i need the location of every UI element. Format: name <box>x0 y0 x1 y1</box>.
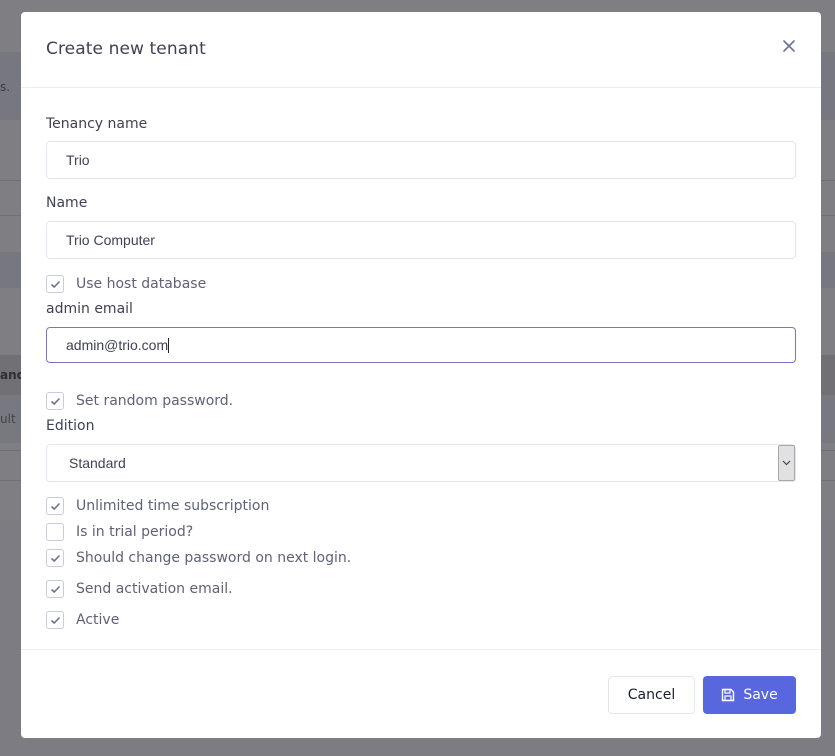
modal-title: Create new tenant <box>46 39 206 59</box>
background-text: s. <box>0 80 11 94</box>
background-table-cell: ult <box>0 412 16 426</box>
trial-period-checkbox[interactable] <box>46 523 64 541</box>
admin-email-input[interactable]: admin@trio.com <box>46 327 796 363</box>
active-checkbox[interactable] <box>46 611 64 629</box>
chevron-down-icon <box>782 460 791 466</box>
cancel-button[interactable]: Cancel <box>608 676 695 714</box>
checkmark-icon <box>50 585 60 593</box>
checkmark-icon <box>50 502 60 510</box>
change-password-checkbox-row[interactable]: Should change password on next login. <box>46 548 351 568</box>
set-random-password-checkbox[interactable] <box>46 392 64 410</box>
name-input[interactable] <box>46 221 796 259</box>
admin-email-value: admin@trio.com <box>66 337 169 353</box>
save-button[interactable]: Save <box>703 676 796 714</box>
use-host-database-checkbox-row[interactable]: Use host database <box>46 274 206 294</box>
set-random-password-label: Set random password. <box>76 393 234 409</box>
modal-header: Create new tenant <box>21 12 821 88</box>
floppy-disk-icon <box>722 688 735 702</box>
checkmark-icon <box>50 280 60 288</box>
edition-selected-value: Standard <box>69 455 126 471</box>
trial-period-checkbox-row[interactable]: Is in trial period? <box>46 522 193 542</box>
modal-footer: Cancel Save <box>21 649 821 738</box>
change-password-checkbox[interactable] <box>46 549 64 567</box>
checkmark-icon <box>50 397 60 405</box>
send-activation-email-checkbox-row[interactable]: Send activation email. <box>46 579 233 599</box>
active-checkbox-row[interactable]: Active <box>46 610 119 630</box>
unlimited-subscription-label: Unlimited time subscription <box>76 498 270 514</box>
tenancy-name-input[interactable] <box>46 141 796 179</box>
change-password-label: Should change password on next login. <box>76 550 352 566</box>
checkmark-icon <box>50 554 60 562</box>
save-button-label: Save <box>743 687 778 703</box>
create-tenant-modal: Create new tenant Tenancy name Name Use … <box>21 12 821 738</box>
tenancy-name-label: Tenancy name <box>46 116 148 132</box>
unlimited-subscription-checkbox-row[interactable]: Unlimited time subscription <box>46 496 269 516</box>
admin-email-label: admin email <box>46 301 133 317</box>
use-host-database-checkbox[interactable] <box>46 275 64 293</box>
send-activation-email-label: Send activation email. <box>76 581 233 597</box>
trial-period-label: Is in trial period? <box>76 524 194 540</box>
close-button[interactable] <box>781 38 797 54</box>
edition-select[interactable]: Standard <box>46 444 796 482</box>
active-label: Active <box>76 612 120 628</box>
send-activation-email-checkbox[interactable] <box>46 580 64 598</box>
set-random-password-checkbox-row[interactable]: Set random password. <box>46 391 233 411</box>
checkmark-icon <box>50 616 60 624</box>
use-host-database-label: Use host database <box>76 276 207 292</box>
edition-dropdown-button[interactable] <box>778 445 795 481</box>
name-label: Name <box>46 195 88 211</box>
close-icon <box>783 40 795 52</box>
unlimited-subscription-checkbox[interactable] <box>46 497 64 515</box>
edition-label: Edition <box>46 418 95 434</box>
text-caret <box>168 337 170 353</box>
